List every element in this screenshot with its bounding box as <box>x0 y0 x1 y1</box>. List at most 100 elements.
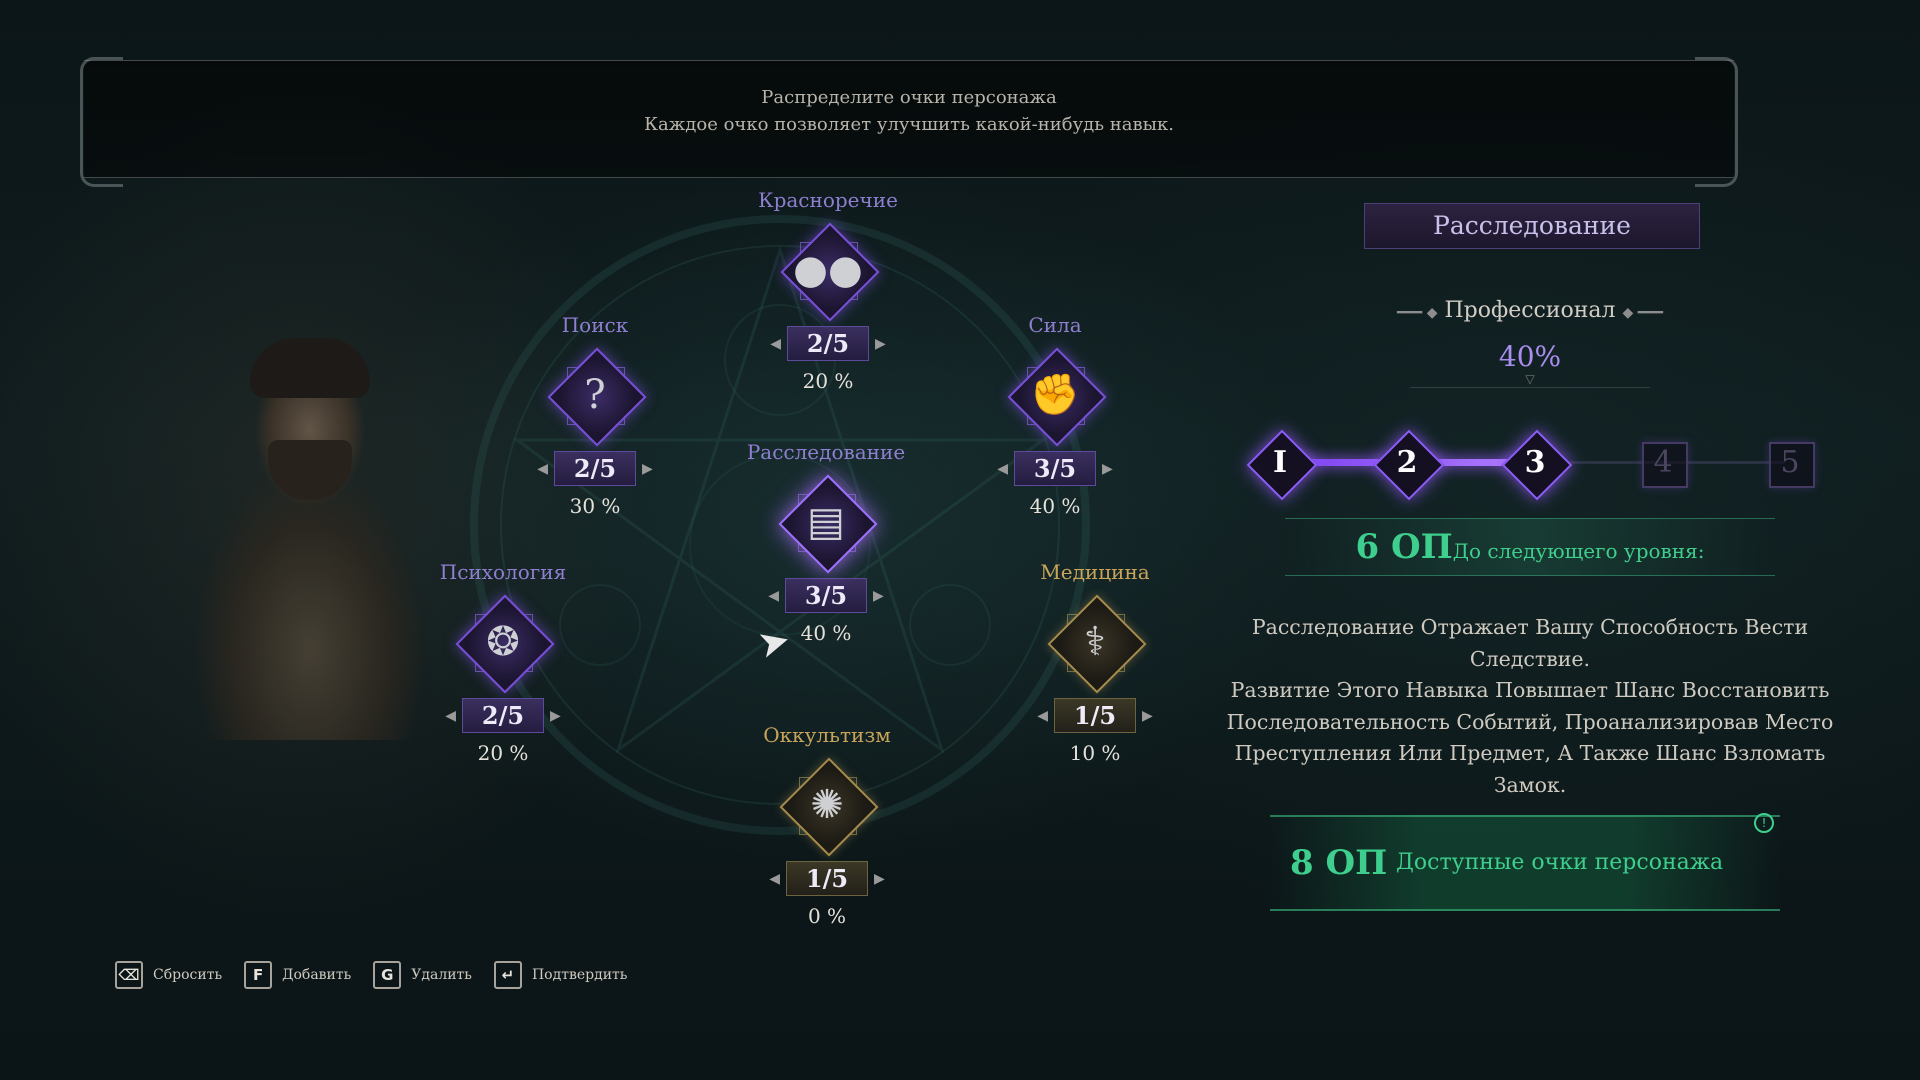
question-mark-icon: ? <box>584 372 606 418</box>
skill-eloquence[interactable]: Красноречие ●● ◀ 2/5 ▶ 20 % <box>728 188 928 393</box>
remove-label: Удалить <box>411 967 472 983</box>
confirm-label: Подтвердить <box>531 967 628 983</box>
skill-occultism[interactable]: Оккультизм ✺ ◀ 1/5 ▶ 0 % <box>727 723 927 928</box>
banner-title: Распределите очки персонажа <box>761 87 1057 108</box>
skill-icon-frame[interactable]: ●● <box>778 220 880 322</box>
banner-right-ornament <box>1695 57 1738 187</box>
description-line: Последовательность Событий, Проанализиро… <box>1226 709 1834 734</box>
skill-percent: 30 % <box>569 494 621 518</box>
skill-level: 3/5 <box>1014 451 1096 486</box>
rank-row: ━━━ ◆ Профессионал ◆ ━━━ <box>1360 298 1700 323</box>
level-row: ◀ 1/5 ▶ <box>995 698 1195 733</box>
rank-label: Профессионал <box>1444 298 1616 323</box>
description-line: Преступления Или Предмет, А Также Шанс В… <box>1234 741 1826 797</box>
f-key-icon: F <box>244 961 273 989</box>
level-node-5: 5 <box>1755 428 1825 498</box>
portrait-hair <box>250 338 370 398</box>
skill-strength[interactable]: Сила ✊ ◀ 3/5 ▶ 40 % <box>955 313 1155 518</box>
level-node-3: 3 <box>1500 428 1573 501</box>
skill-name: Психология <box>439 560 567 584</box>
banner-left-ornament <box>80 57 123 187</box>
decrease-arrow-icon[interactable]: ◀ <box>537 461 548 477</box>
available-points-panel: 8 ОП Доступные очки персонажа ! <box>1270 813 1780 911</box>
level-row: ◀ 2/5 ▶ <box>403 698 603 733</box>
level-node-1: I <box>1245 428 1318 501</box>
character-portrait <box>180 320 440 740</box>
info-icon[interactable]: ! <box>1754 813 1774 833</box>
level-row: ◀ 3/5 ▶ <box>955 451 1155 486</box>
next-level-points: 6 ОП <box>1355 527 1453 567</box>
portrait-beard <box>268 440 352 500</box>
available-points-value: 8 ОП <box>1290 843 1388 883</box>
skill-description: Расследование Отражает Вашу Способность … <box>1225 612 1835 801</box>
banner-subtitle: Каждое очко позволяет улучшить какой-ниб… <box>644 114 1174 135</box>
rank-percent: 40% ▽ <box>1410 340 1650 388</box>
detail-title: Расследование <box>1364 203 1700 249</box>
next-level-requirement: 6 ОПДо следующего уровня: <box>1285 518 1775 576</box>
increase-arrow-icon[interactable]: ▶ <box>1142 708 1153 724</box>
decrease-arrow-icon[interactable]: ◀ <box>770 336 781 352</box>
skill-investigation[interactable]: Расследование ▤ ◀ 3/5 ▶ 40 % <box>726 440 926 645</box>
skill-icon-frame[interactable]: ✺ <box>777 755 879 857</box>
level-track: I 2 3 4 5 <box>1245 428 1815 501</box>
decrease-arrow-icon[interactable]: ◀ <box>768 588 779 604</box>
decrease-arrow-icon[interactable]: ◀ <box>997 461 1008 477</box>
decrease-arrow-icon[interactable]: ◀ <box>769 871 780 887</box>
description-line: Развитие Этого Навыка Повышает Шанс Восс… <box>1230 678 1830 702</box>
description-line: Расследование Отражает Вашу Способность … <box>1251 615 1809 639</box>
skill-medicine[interactable]: Медицина ⚕ ◀ 1/5 ▶ 10 % <box>995 560 1195 765</box>
skill-level: 3/5 <box>785 578 867 613</box>
increase-arrow-icon[interactable]: ▶ <box>874 871 885 887</box>
fist-icon: ✊ <box>1030 372 1080 418</box>
skill-percent: 40 % <box>1029 494 1081 518</box>
rank-percent-value: 40% <box>1498 340 1562 373</box>
skill-search[interactable]: Поиск ? ◀ 2/5 ▶ 30 % <box>495 313 695 518</box>
level-row: ◀ 3/5 ▶ <box>726 578 926 613</box>
skill-icon-frame[interactable]: ❂ <box>453 592 555 694</box>
skill-name: Медицина <box>1040 560 1150 584</box>
skill-icon-frame[interactable]: ⚕ <box>1045 592 1147 694</box>
instruction-banner: Распределите очки персонажа Каждое очко … <box>80 57 1738 187</box>
level-node-4: 4 <box>1628 428 1698 498</box>
reset-label: Сбросить <box>153 967 223 983</box>
decrease-arrow-icon[interactable]: ◀ <box>1037 708 1048 724</box>
confirm-hint[interactable]: ↵ Подтвердить <box>493 961 628 989</box>
skill-icon-frame[interactable]: ▤ <box>776 472 878 574</box>
level-row: ◀ 1/5 ▶ <box>727 861 927 896</box>
skill-name: Красноречие <box>758 188 898 212</box>
skill-percent: 20 % <box>802 369 854 393</box>
increase-arrow-icon[interactable]: ▶ <box>875 336 886 352</box>
increase-arrow-icon[interactable]: ▶ <box>1102 461 1113 477</box>
remove-hint[interactable]: G Удалить <box>373 961 472 989</box>
reset-hint[interactable]: ⌫ Сбросить <box>115 961 222 989</box>
skill-name: Сила <box>1028 313 1082 337</box>
skill-name: Оккультизм <box>763 723 891 747</box>
skill-icon-frame[interactable]: ? <box>545 345 647 447</box>
brain-icon: ❂ <box>486 619 520 665</box>
skill-icon-frame[interactable]: ✊ <box>1005 345 1107 447</box>
add-hint[interactable]: F Добавить <box>244 961 351 989</box>
skill-level: 1/5 <box>1054 698 1136 733</box>
key-hints-bar: ⌫ Сбросить F Добавить G Удалить ↵ Подтве… <box>115 958 627 992</box>
skill-level: 2/5 <box>554 451 636 486</box>
skill-level: 1/5 <box>786 861 868 896</box>
skill-name: Поиск <box>561 313 629 337</box>
backspace-key-icon: ⌫ <box>115 961 143 989</box>
caduceus-icon: ⚕ <box>1084 619 1106 665</box>
ornament-right-icon: ◆ ━━━ <box>1622 305 1664 321</box>
enter-key-icon: ↵ <box>493 961 522 989</box>
ornament-left-icon: ━━━ ◆ <box>1396 305 1438 321</box>
speech-bubbles-icon: ●● <box>793 247 863 293</box>
increase-arrow-icon[interactable]: ▶ <box>550 708 561 724</box>
increase-arrow-icon[interactable]: ▶ <box>873 588 884 604</box>
available-points-label: Доступные очки персонажа <box>1396 850 1724 875</box>
skill-level: 2/5 <box>462 698 544 733</box>
level-row: ◀ 2/5 ▶ <box>728 326 928 361</box>
triangle-marker-icon: ▽ <box>1525 372 1535 386</box>
skill-psychology[interactable]: Психология ❂ ◀ 2/5 ▶ 20 % <box>403 560 603 765</box>
increase-arrow-icon[interactable]: ▶ <box>642 461 653 477</box>
description-line: Следствие. <box>1469 646 1591 671</box>
g-key-icon: G <box>373 961 402 989</box>
decrease-arrow-icon[interactable]: ◀ <box>445 708 456 724</box>
level-row: ◀ 2/5 ▶ <box>495 451 695 486</box>
